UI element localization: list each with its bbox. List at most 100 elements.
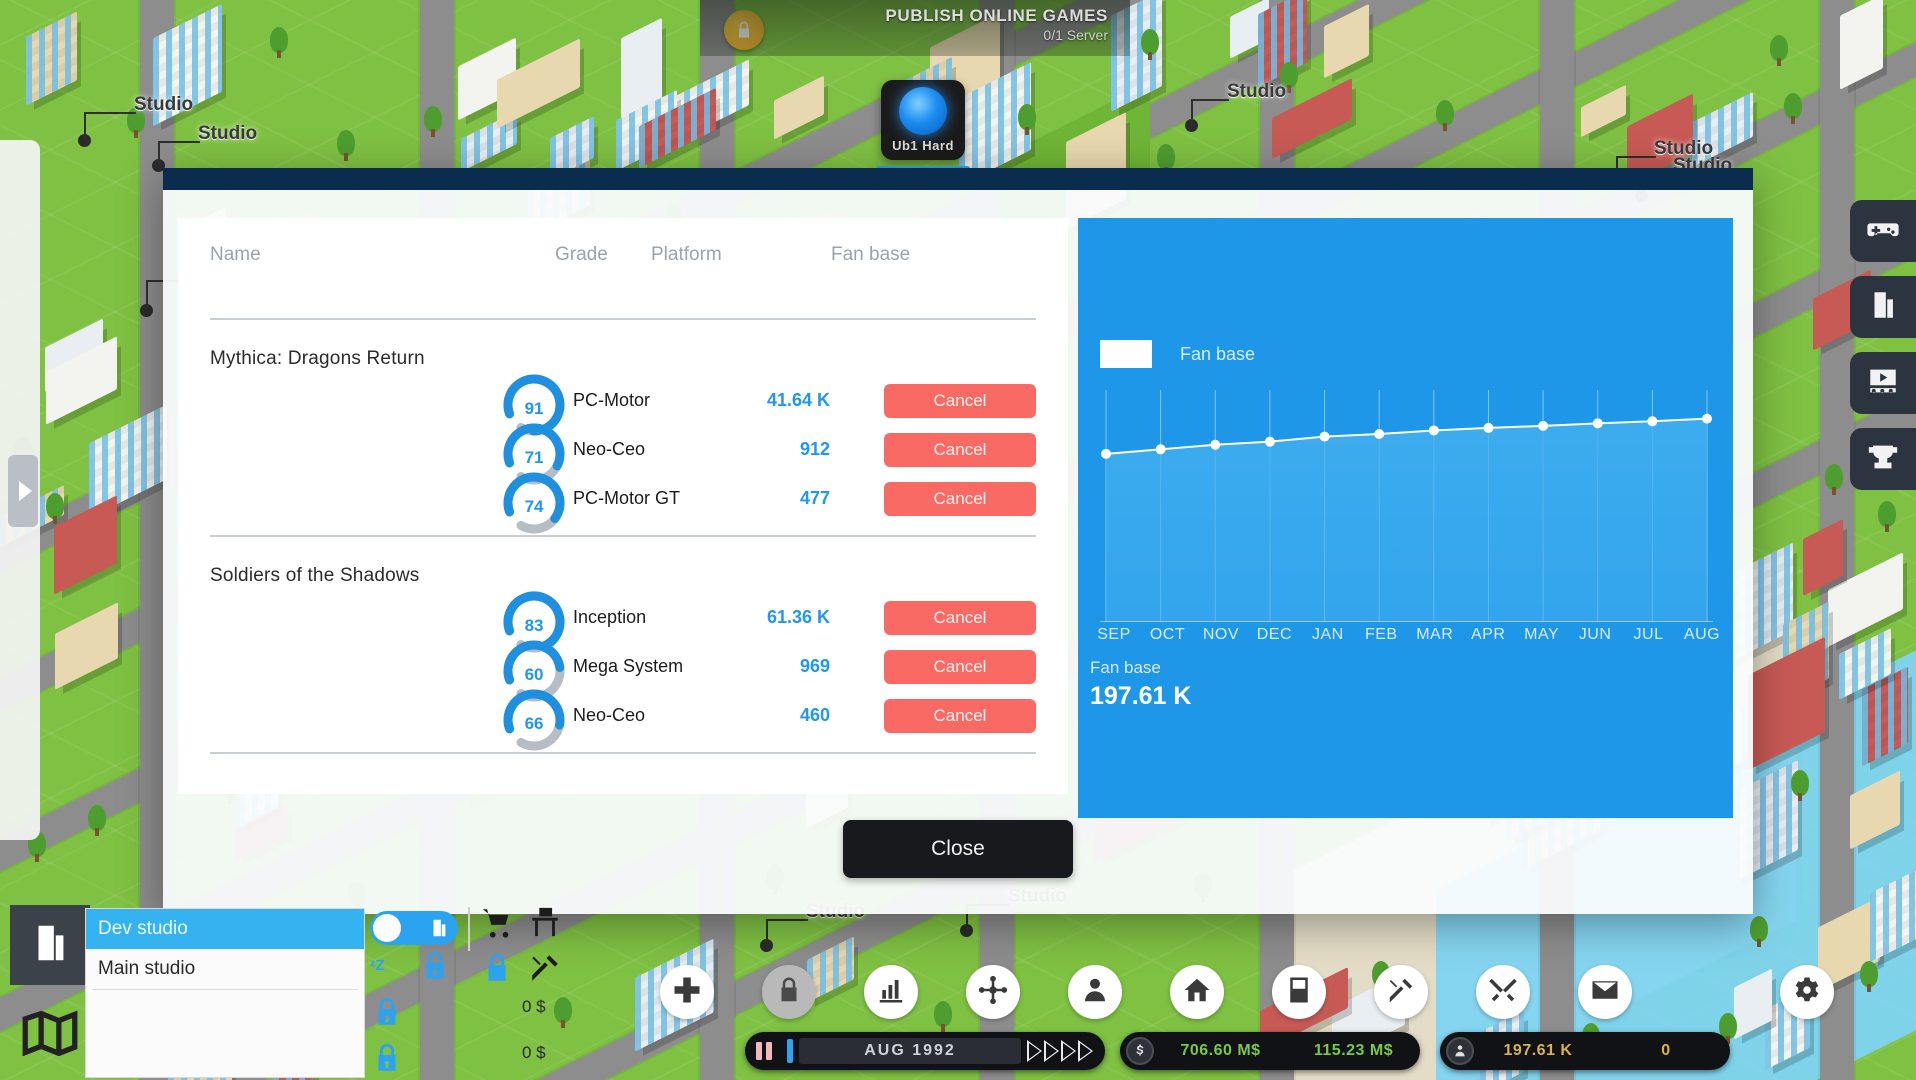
chart-data-point: [1538, 420, 1549, 431]
chart-footer-value: 197.61 K: [1090, 682, 1192, 710]
grade-value: 91: [524, 398, 544, 418]
map-tree: [1157, 144, 1175, 175]
game-group: Mythica: Dragons Return 91 PC-Motor 41.64 K…: [210, 320, 1036, 537]
map-tree: [1860, 961, 1878, 992]
cell-action: Cancel: [840, 383, 1036, 418]
rail-button-trophy[interactable]: [1850, 428, 1916, 490]
tools-icon[interactable]: [528, 951, 562, 990]
bottom-button-plus[interactable]: [660, 965, 714, 1019]
bottom-button-swords[interactable]: [1476, 965, 1530, 1019]
chart-footer-label: Fan base: [1090, 658, 1161, 677]
cell-action: Cancel: [840, 481, 1036, 516]
cell-fanbase: 61.36 K: [766, 607, 830, 627]
x-axis-label: MAY: [1524, 626, 1560, 643]
cell-fanbase: 460: [799, 705, 830, 725]
cell-platform: PC-Motor GT: [573, 488, 681, 508]
group-divider: [210, 752, 1036, 754]
grade-value: 74: [524, 496, 544, 516]
rail-button-building[interactable]: [1850, 276, 1916, 338]
bottom-button-network[interactable]: [966, 965, 1020, 1019]
pause-icon[interactable]: [745, 1042, 783, 1060]
settings-button[interactable]: [1780, 965, 1834, 1019]
lock-icon-1[interactable]: [418, 949, 452, 988]
map-button[interactable]: [10, 1000, 90, 1070]
chart-data-point: [1592, 418, 1603, 429]
cancel-button[interactable]: Cancel: [884, 481, 1036, 516]
bottom-button-mail[interactable]: [1578, 965, 1632, 1019]
cart-icon[interactable]: [480, 905, 514, 944]
cell-platform: Neo-Ceo: [573, 705, 646, 725]
cancel-button[interactable]: Cancel: [884, 649, 1036, 684]
tools-icon: [1386, 975, 1416, 1010]
pin-leader: [158, 141, 200, 167]
map-tree: [1878, 501, 1896, 532]
publish-online-games-banner[interactable]: PUBLISH ONLINE GAMES 0/1 Server: [700, 0, 1130, 56]
chart-plot-area: [1100, 390, 1713, 622]
price-1: 0 $: [522, 997, 546, 1016]
map-tree: [46, 493, 64, 524]
studio-list-item-dev[interactable]: Dev studio: [86, 909, 364, 949]
sleep-icon: ᶻZ: [370, 957, 385, 974]
cell-platform: PC-Motor: [573, 390, 651, 410]
cell-fanbase: 477: [799, 488, 830, 508]
banner-subtitle: 0/1 Server: [1043, 27, 1108, 43]
fanbase-chart-panel: Fan base SEP OCT NOV DEC JAN FEB MAR APR MAY JUN J…: [1078, 218, 1733, 818]
price-2: 0 $: [522, 1043, 546, 1062]
grade-value: 66: [524, 713, 544, 733]
column-header-name: Name: [210, 244, 261, 265]
desk-icon[interactable]: [528, 905, 562, 944]
money-primary: 706.60 M$: [1180, 1042, 1261, 1059]
game-date: AUG 1992: [799, 1038, 1021, 1064]
bottom-button-person[interactable]: [1068, 965, 1122, 1019]
chart-data-point: [1155, 444, 1166, 455]
speed-indicator: [787, 1039, 793, 1063]
dialog-titlebar: [163, 168, 1753, 190]
swords-icon: [1488, 975, 1518, 1010]
chart-data-point: [1374, 429, 1385, 440]
pin-leader: [84, 112, 136, 142]
bottom-button-arcade[interactable]: [1272, 965, 1326, 1019]
x-axis-label: APR: [1470, 626, 1506, 643]
map-tree: [1784, 93, 1802, 124]
column-header-fanbase: Fan base: [831, 244, 911, 265]
close-button[interactable]: Close: [843, 820, 1073, 878]
cancel-button[interactable]: Cancel: [884, 383, 1036, 418]
chart-data-point: [1647, 416, 1658, 427]
cell-platform: Mega System: [573, 656, 684, 676]
x-axis-label: JAN: [1311, 626, 1344, 643]
building-icon: [433, 919, 446, 937]
studio-active-toggle[interactable]: [370, 911, 458, 945]
rail-button-media[interactable]: [1850, 352, 1916, 414]
bottom-button-tools[interactable]: [1374, 965, 1428, 1019]
studio-building-button[interactable]: [10, 905, 90, 985]
plus-icon: [672, 975, 702, 1010]
bottom-button-locked[interactable]: [762, 965, 816, 1019]
grade-value: 60: [524, 664, 544, 684]
cancel-button[interactable]: Cancel: [884, 600, 1036, 635]
grade-value: 71: [524, 447, 544, 467]
cancel-button[interactable]: Cancel: [884, 432, 1036, 467]
lock-icon-2[interactable]: [370, 995, 404, 1034]
studio-list-item-main[interactable]: Main studio: [86, 949, 364, 989]
bottom-button-home[interactable]: [1170, 965, 1224, 1019]
chart-data-point: [1319, 431, 1330, 442]
fast-forward-icon[interactable]: [1027, 1040, 1105, 1062]
cancel-button[interactable]: Cancel: [884, 698, 1036, 733]
server-orb-icon: [899, 87, 947, 135]
x-axis-label: JUN: [1578, 626, 1612, 643]
lock-icon-3[interactable]: [370, 1041, 404, 1080]
server-tile[interactable]: Ub1 Hard: [881, 80, 965, 160]
pin-label: Studio: [198, 123, 258, 144]
chart-x-axis: SEP OCT NOV DEC JAN FEB MAR APR MAY JUN JUL AUG: [1088, 626, 1728, 644]
chart-footer: Fan base 197.61 K: [1090, 658, 1191, 711]
lock-icon-4[interactable]: [480, 951, 514, 990]
bottom-button-stats[interactable]: [864, 965, 918, 1019]
rail-button-gamepad[interactable]: [1850, 200, 1916, 262]
map-icon: [21, 1010, 79, 1061]
game-group: Soldiers of the Shadows 83 Inception 61.36 …: [210, 537, 1036, 754]
trophy-icon: [1866, 440, 1900, 479]
x-axis-label: NOV: [1202, 626, 1239, 643]
map-tree: [1436, 100, 1454, 131]
expand-left-panel-button[interactable]: [8, 455, 38, 527]
cell-action: Cancel: [840, 432, 1036, 467]
